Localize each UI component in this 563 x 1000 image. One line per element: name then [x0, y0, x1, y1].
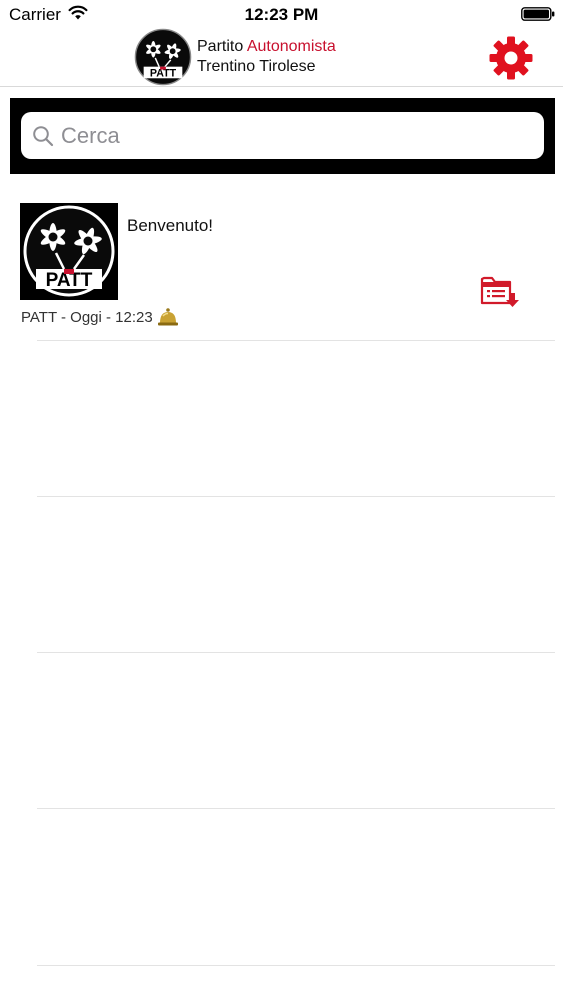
row-separator [37, 808, 555, 809]
row-separator [37, 496, 555, 497]
brand-title-line1: Partito Autonomista [197, 37, 336, 57]
bell-icon [157, 308, 178, 326]
nav-bar: PATT Partito Autonomista Trentino Tirole… [0, 28, 563, 87]
item-meta: PATT - Oggi - 12:23 [21, 307, 179, 327]
item-thumbnail-patt-logo: PATT [20, 203, 118, 300]
news-list-item[interactable]: PATT Benvenuto! PATT - Oggi - 12:23 [0, 185, 563, 341]
item-title: Benvenuto! [127, 216, 214, 235]
brand-autonomista: Autonomista [246, 38, 336, 55]
settings-gear-icon[interactable] [487, 34, 535, 82]
brand-title-line2: Trentino Tirolese [197, 58, 316, 75]
row-separator [37, 965, 555, 966]
row-separator [37, 340, 555, 341]
patt-logo-emblem: PATT [134, 28, 192, 86]
battery-icon [521, 7, 555, 21]
search-field[interactable] [21, 112, 544, 159]
item-meta-text: PATT - Oggi - 12:23 [21, 308, 153, 326]
brand-partito: Partito [197, 38, 244, 55]
status-time: 12:23 PM [244, 5, 319, 24]
pdf-download-icon[interactable] [480, 273, 520, 309]
search-bar [10, 98, 555, 174]
search-input[interactable] [61, 120, 531, 152]
brand-title: Partito Autonomista Trentino Tirolese [197, 37, 336, 77]
app-screen: Carrier 12:23 PM PATT Partito Autonomist… [0, 0, 563, 1000]
status-bar: Carrier 12:23 PM [0, 0, 563, 28]
row-separator [37, 652, 555, 653]
search-icon [33, 126, 54, 147]
